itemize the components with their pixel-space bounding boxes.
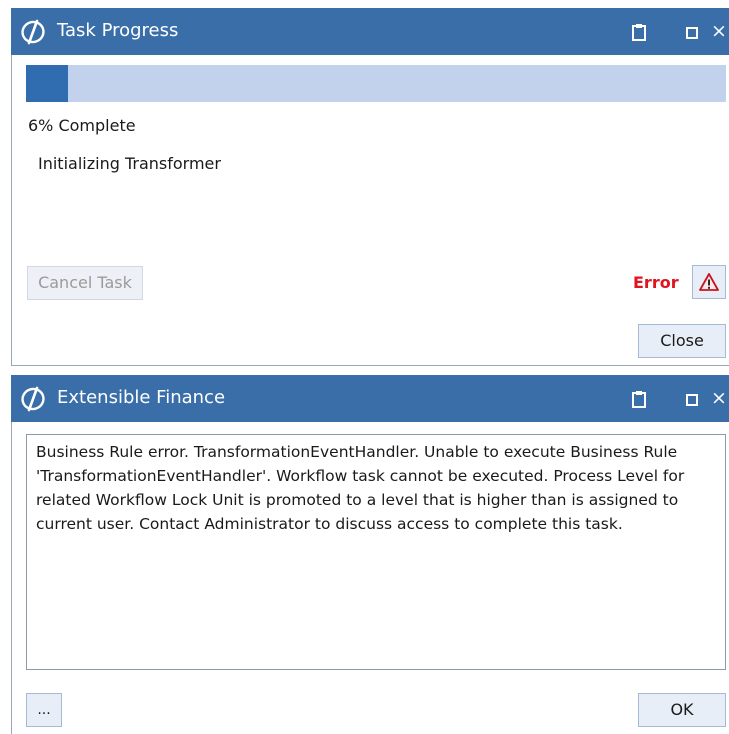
app-logo-icon: [21, 19, 45, 45]
more-options-button[interactable]: ...: [26, 693, 62, 727]
error-label: Error: [633, 273, 679, 292]
task-progress-dialog: Task Progress × 6% Complete Initializing…: [11, 8, 729, 366]
close-icon[interactable]: ×: [711, 386, 729, 410]
close-button[interactable]: Close: [638, 324, 726, 358]
task-progress-titlebar[interactable]: Task Progress ×: [11, 8, 729, 55]
maximize-icon[interactable]: [686, 394, 698, 406]
progress-bar-fill: [26, 65, 68, 102]
progress-percent-label: 6% Complete: [28, 116, 136, 135]
clipboard-icon[interactable]: [631, 23, 647, 41]
task-progress-title: Task Progress: [57, 20, 179, 41]
maximize-icon[interactable]: [686, 27, 698, 39]
progress-status-text: Initializing Transformer: [38, 154, 221, 173]
extensible-finance-titlebar[interactable]: Extensible Finance ×: [11, 375, 729, 422]
close-icon[interactable]: ×: [711, 19, 729, 43]
progress-bar: [26, 65, 726, 102]
error-details-button[interactable]: [692, 265, 726, 299]
app-logo-icon: [21, 386, 45, 412]
extensible-finance-title: Extensible Finance: [57, 387, 226, 408]
clipboard-icon[interactable]: [631, 390, 647, 408]
ok-button[interactable]: OK: [638, 693, 726, 727]
cancel-task-button[interactable]: Cancel Task: [27, 266, 143, 300]
extensible-finance-dialog: Extensible Finance × Business Rule error…: [11, 375, 729, 734]
error-message-text[interactable]: Business Rule error. TransformationEvent…: [26, 434, 726, 670]
warning-icon: [699, 273, 719, 291]
